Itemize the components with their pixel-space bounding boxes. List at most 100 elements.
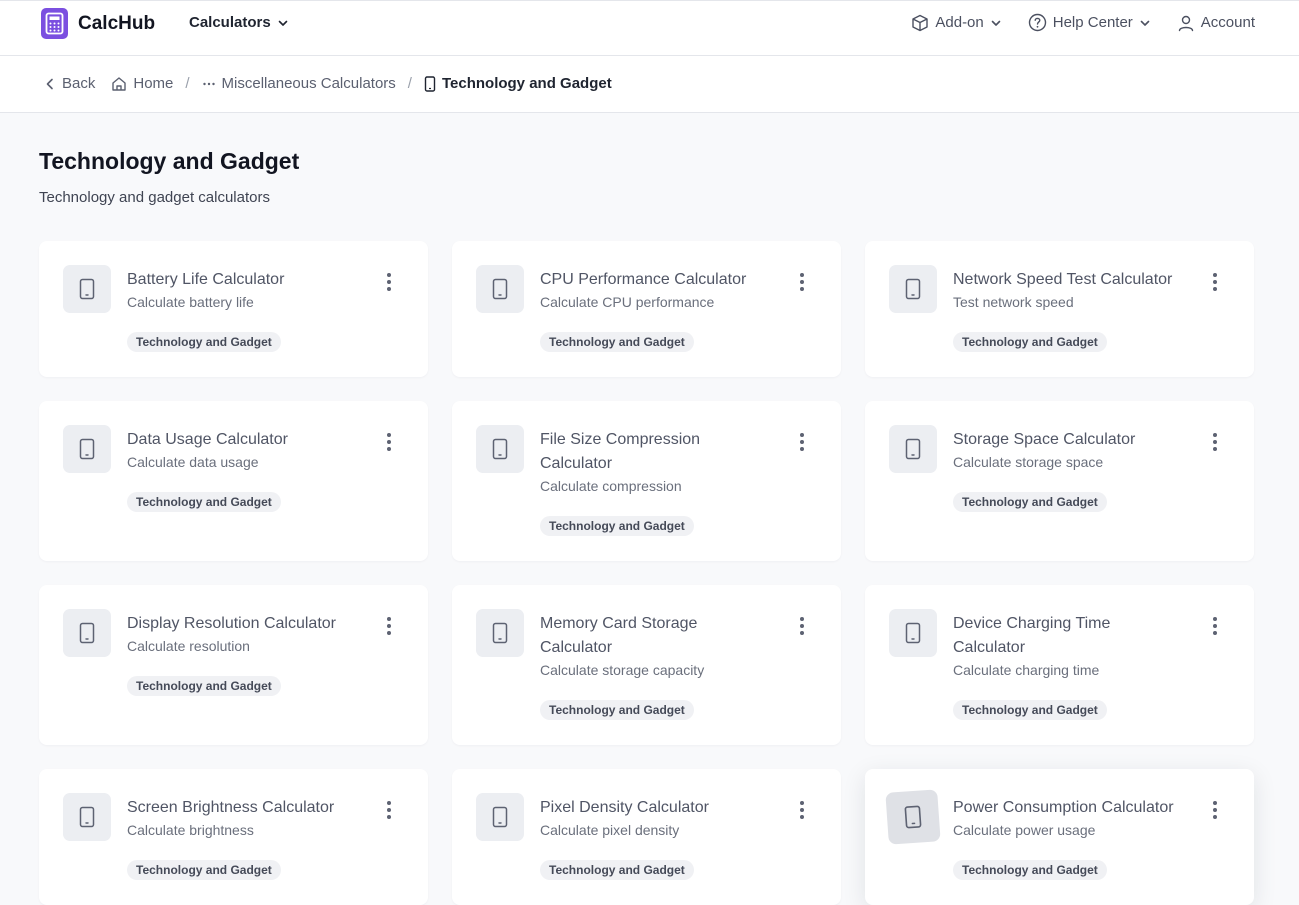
category-tag: Technology and Gadget: [127, 492, 281, 512]
top-navbar: CalcHub Calculators Add-on Help Center A…: [0, 0, 1299, 56]
calculator-icon: [41, 8, 68, 39]
parent-label: Miscellaneous Calculators: [221, 75, 396, 92]
card-title: Device Charging Time Calculator: [953, 615, 1111, 656]
tablet-icon: [476, 793, 524, 841]
more-vertical-icon[interactable]: [799, 433, 805, 451]
more-vertical-icon[interactable]: [386, 801, 392, 819]
chevron-left-icon: [46, 78, 53, 89]
card-title: Storage Space Calculator: [953, 431, 1136, 448]
more-vertical-icon[interactable]: [799, 273, 805, 291]
calculator-card[interactable]: Battery Life Calculator Calculate battery…: [39, 241, 428, 377]
card-title: Data Usage Calculator: [127, 431, 288, 448]
category-tag: Technology and Gadget: [127, 676, 281, 696]
user-icon: [1178, 15, 1193, 31]
back-link[interactable]: Back: [44, 75, 95, 92]
card-description: Calculate brightness: [127, 822, 254, 838]
category-tag: Technology and Gadget: [953, 492, 1107, 512]
calculator-card[interactable]: Storage Space Calculator Calculate storag…: [865, 401, 1254, 561]
calculators-menu[interactable]: Calculators: [189, 14, 289, 31]
chevron-down-icon: [991, 20, 1001, 26]
card-title: Network Speed Test Calculator: [953, 271, 1173, 288]
card-title: CPU Performance Calculator: [540, 271, 747, 288]
card-title: Battery Life Calculator: [127, 271, 285, 288]
more-vertical-icon[interactable]: [386, 433, 392, 451]
tablet-icon: [889, 425, 937, 473]
help-center-label: Help Center: [1052, 14, 1133, 31]
category-tag: Technology and Gadget: [540, 700, 694, 720]
card-description: Calculate storage capacity: [540, 662, 705, 678]
card-description: Calculate charging time: [953, 662, 1100, 678]
calculator-card[interactable]: Pixel Density Calculator Calculate pixel …: [452, 769, 841, 905]
tablet-icon: [63, 265, 111, 313]
more-vertical-icon[interactable]: [1212, 617, 1218, 635]
category-tag: Technology and Gadget: [127, 860, 281, 880]
breadcrumb-separator: /: [407, 75, 412, 92]
category-tag: Technology and Gadget: [540, 860, 694, 880]
account-menu[interactable]: Account: [1177, 14, 1255, 32]
card-description: Calculate storage space: [953, 454, 1104, 470]
package-icon: [912, 14, 929, 31]
more-vertical-icon[interactable]: [1212, 433, 1218, 451]
tablet-icon: [476, 265, 524, 313]
more-vertical-icon[interactable]: [386, 273, 392, 291]
tablet-icon: [889, 609, 937, 657]
calculator-card[interactable]: Data Usage Calculator Calculate data usag…: [39, 401, 428, 561]
more-vertical-icon[interactable]: [799, 617, 805, 635]
addon-menu[interactable]: Add-on: [911, 14, 1001, 32]
calculator-card[interactable]: Power Consumption Calculator Calculate po…: [865, 769, 1254, 905]
back-label: Back: [62, 75, 96, 92]
card-title: Pixel Density Calculator: [540, 799, 709, 816]
breadcrumb-parent[interactable]: Miscellaneous Calculators: [202, 75, 396, 92]
card-description: Calculate power usage: [953, 822, 1096, 838]
chevron-down-icon: [1140, 20, 1150, 26]
tablet-icon: [889, 265, 937, 313]
home-label: Home: [133, 75, 174, 92]
help-circle-icon: [1028, 13, 1046, 32]
card-description: Calculate data usage: [127, 454, 259, 470]
card-title: Display Resolution Calculator: [127, 615, 336, 632]
more-vertical-icon[interactable]: [1212, 801, 1218, 819]
calculator-card[interactable]: Memory Card Storage Calculator Calculate …: [452, 585, 841, 745]
more-vertical-icon[interactable]: [799, 801, 805, 819]
help-center-menu[interactable]: Help Center: [1028, 13, 1151, 32]
more-horizontal-icon: [202, 82, 215, 85]
more-vertical-icon[interactable]: [386, 617, 392, 635]
chevron-down-icon: [278, 20, 288, 26]
card-description: Calculate resolution: [127, 638, 250, 654]
calculator-card[interactable]: CPU Performance Calculator Calculate CPU …: [452, 241, 841, 377]
page-subtitle: Technology and gadget calculators: [39, 189, 270, 206]
breadcrumb: Back Home / Miscellaneous Calculators / …: [44, 75, 612, 92]
current-label: Technology and Gadget: [441, 75, 612, 92]
card-title: Memory Card Storage Calculator: [540, 615, 698, 656]
card-title: Power Consumption Calculator: [953, 799, 1174, 816]
calculator-card[interactable]: Device Charging Time Calculator Calculate…: [865, 585, 1254, 745]
calculator-card[interactable]: File Size Compression Calculator Calculat…: [452, 401, 841, 561]
page-title: Technology and Gadget: [39, 148, 300, 174]
category-tag: Technology and Gadget: [953, 860, 1107, 880]
card-description: Calculate battery life: [127, 294, 254, 310]
category-tag: Technology and Gadget: [953, 332, 1107, 352]
tablet-icon: [63, 793, 111, 841]
card-description: Calculate compression: [540, 478, 682, 494]
calculator-card[interactable]: Network Speed Test Calculator Test networ…: [865, 241, 1254, 377]
card-description: Calculate CPU performance: [540, 294, 715, 310]
breadcrumb-bar: Back Home / Miscellaneous Calculators / …: [0, 56, 1299, 113]
tablet-icon: [63, 609, 111, 657]
tablet-icon: [476, 425, 524, 473]
brand-name: CalcHub: [78, 12, 156, 34]
account-label: Account: [1200, 14, 1255, 31]
tablet-icon: [476, 609, 524, 657]
category-tag: Technology and Gadget: [127, 332, 281, 352]
tablet-icon: [424, 75, 436, 92]
addon-label: Add-on: [935, 14, 984, 31]
calculator-card[interactable]: Display Resolution Calculator Calculate r…: [39, 585, 428, 745]
breadcrumb-current: Technology and Gadget: [424, 75, 612, 92]
card-title: File Size Compression Calculator: [540, 431, 701, 472]
category-tag: Technology and Gadget: [540, 332, 694, 352]
brand-logo[interactable]: CalcHub: [41, 8, 155, 39]
more-vertical-icon[interactable]: [1212, 273, 1218, 291]
breadcrumb-home[interactable]: Home: [111, 75, 173, 92]
breadcrumb-separator: /: [185, 75, 190, 92]
tablet-icon: [885, 789, 941, 845]
calculator-card[interactable]: Screen Brightness Calculator Calculate br…: [39, 769, 428, 905]
